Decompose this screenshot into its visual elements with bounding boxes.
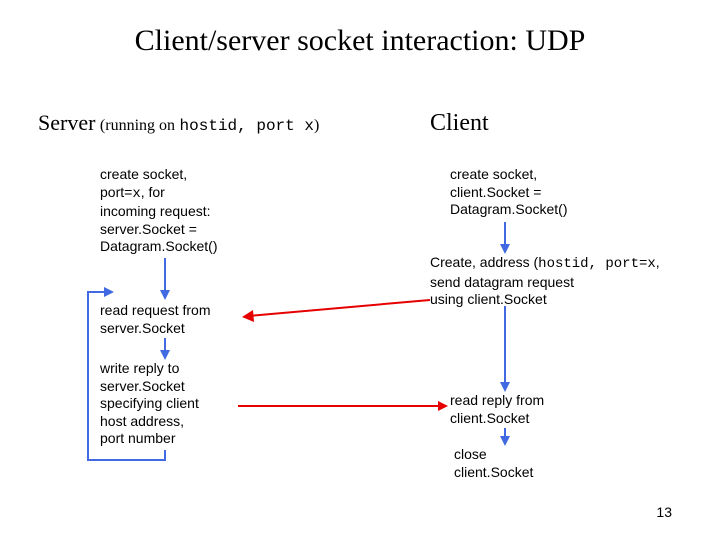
s2-l1: read request from — [100, 302, 240, 320]
arrowhead-server-2-3 — [160, 350, 170, 360]
c2-l1-pre: Create, address ( — [430, 254, 538, 270]
s3-l2: server.Socket — [100, 378, 240, 396]
client-step-close: close client.Socket — [454, 446, 614, 481]
arrow-send-request — [248, 300, 430, 316]
c2-l1: Create, address (hostid, port=x, — [430, 254, 690, 274]
c4-l1: close — [454, 446, 614, 464]
c1-l1: create socket, — [450, 166, 630, 184]
s1-l2-post: , for — [141, 184, 165, 200]
c2-l2: send datagram request — [430, 274, 690, 292]
page-number: 13 — [656, 504, 672, 520]
client-heading: Client — [430, 110, 489, 137]
s1-l2: port=x, for — [100, 184, 250, 204]
arrowhead-server-loop — [104, 287, 114, 297]
arrowhead-client-3-4 — [500, 436, 510, 446]
s3-l3: specifying client — [100, 395, 240, 413]
s1-l2-code: x — [132, 186, 140, 202]
c2-l3: using client.Socket — [430, 291, 690, 309]
server-step-read: read request from server.Socket — [100, 302, 240, 337]
s3-l5: port number — [100, 430, 240, 448]
s3-l1: write reply to — [100, 360, 240, 378]
s1-l1: create socket, — [100, 166, 250, 184]
c1-l3: Datagram.Socket() — [450, 201, 630, 219]
page-title: Client/server socket interaction: UDP — [0, 24, 720, 58]
server-heading-post: ) — [314, 117, 319, 134]
server-step-write: write reply to server.Socket specifying … — [100, 360, 240, 448]
s1-l4: server.Socket = — [100, 221, 250, 239]
server-heading-code: hostid, port x — [180, 117, 314, 135]
arrowhead-client-2-3 — [500, 382, 510, 392]
server-heading-pre: (running on — [100, 117, 175, 134]
c2-l1-post: , — [656, 254, 660, 270]
s3-l4: host address, — [100, 413, 240, 431]
c2-l1-code: hostid, port=x — [538, 256, 656, 272]
c3-l2: client.Socket — [450, 410, 610, 428]
c1-l2: client.Socket = — [450, 184, 630, 202]
c3-l1: read reply from — [450, 392, 610, 410]
server-step-create: create socket, port=x, for incoming requ… — [100, 166, 250, 256]
s1-l3: incoming request: — [100, 203, 250, 221]
s2-l2: server.Socket — [100, 320, 240, 338]
client-step-send: Create, address (hostid, port=x, send da… — [430, 254, 690, 309]
s1-l5: Datagram.Socket() — [100, 238, 250, 256]
c4-l2: client.Socket — [454, 464, 614, 482]
server-heading: Server (running on hostid, port x) — [38, 110, 319, 136]
arrowhead-send-request — [242, 310, 254, 322]
client-step-create: create socket, client.Socket = Datagram.… — [450, 166, 630, 219]
arrowhead-client-1-2 — [500, 244, 510, 254]
arrowhead-send-reply — [438, 401, 448, 411]
server-heading-text: Server — [38, 110, 95, 135]
s1-l2-pre: port= — [100, 184, 132, 200]
arrowhead-server-1-2 — [160, 290, 170, 300]
client-step-readreply: read reply from client.Socket — [450, 392, 610, 427]
